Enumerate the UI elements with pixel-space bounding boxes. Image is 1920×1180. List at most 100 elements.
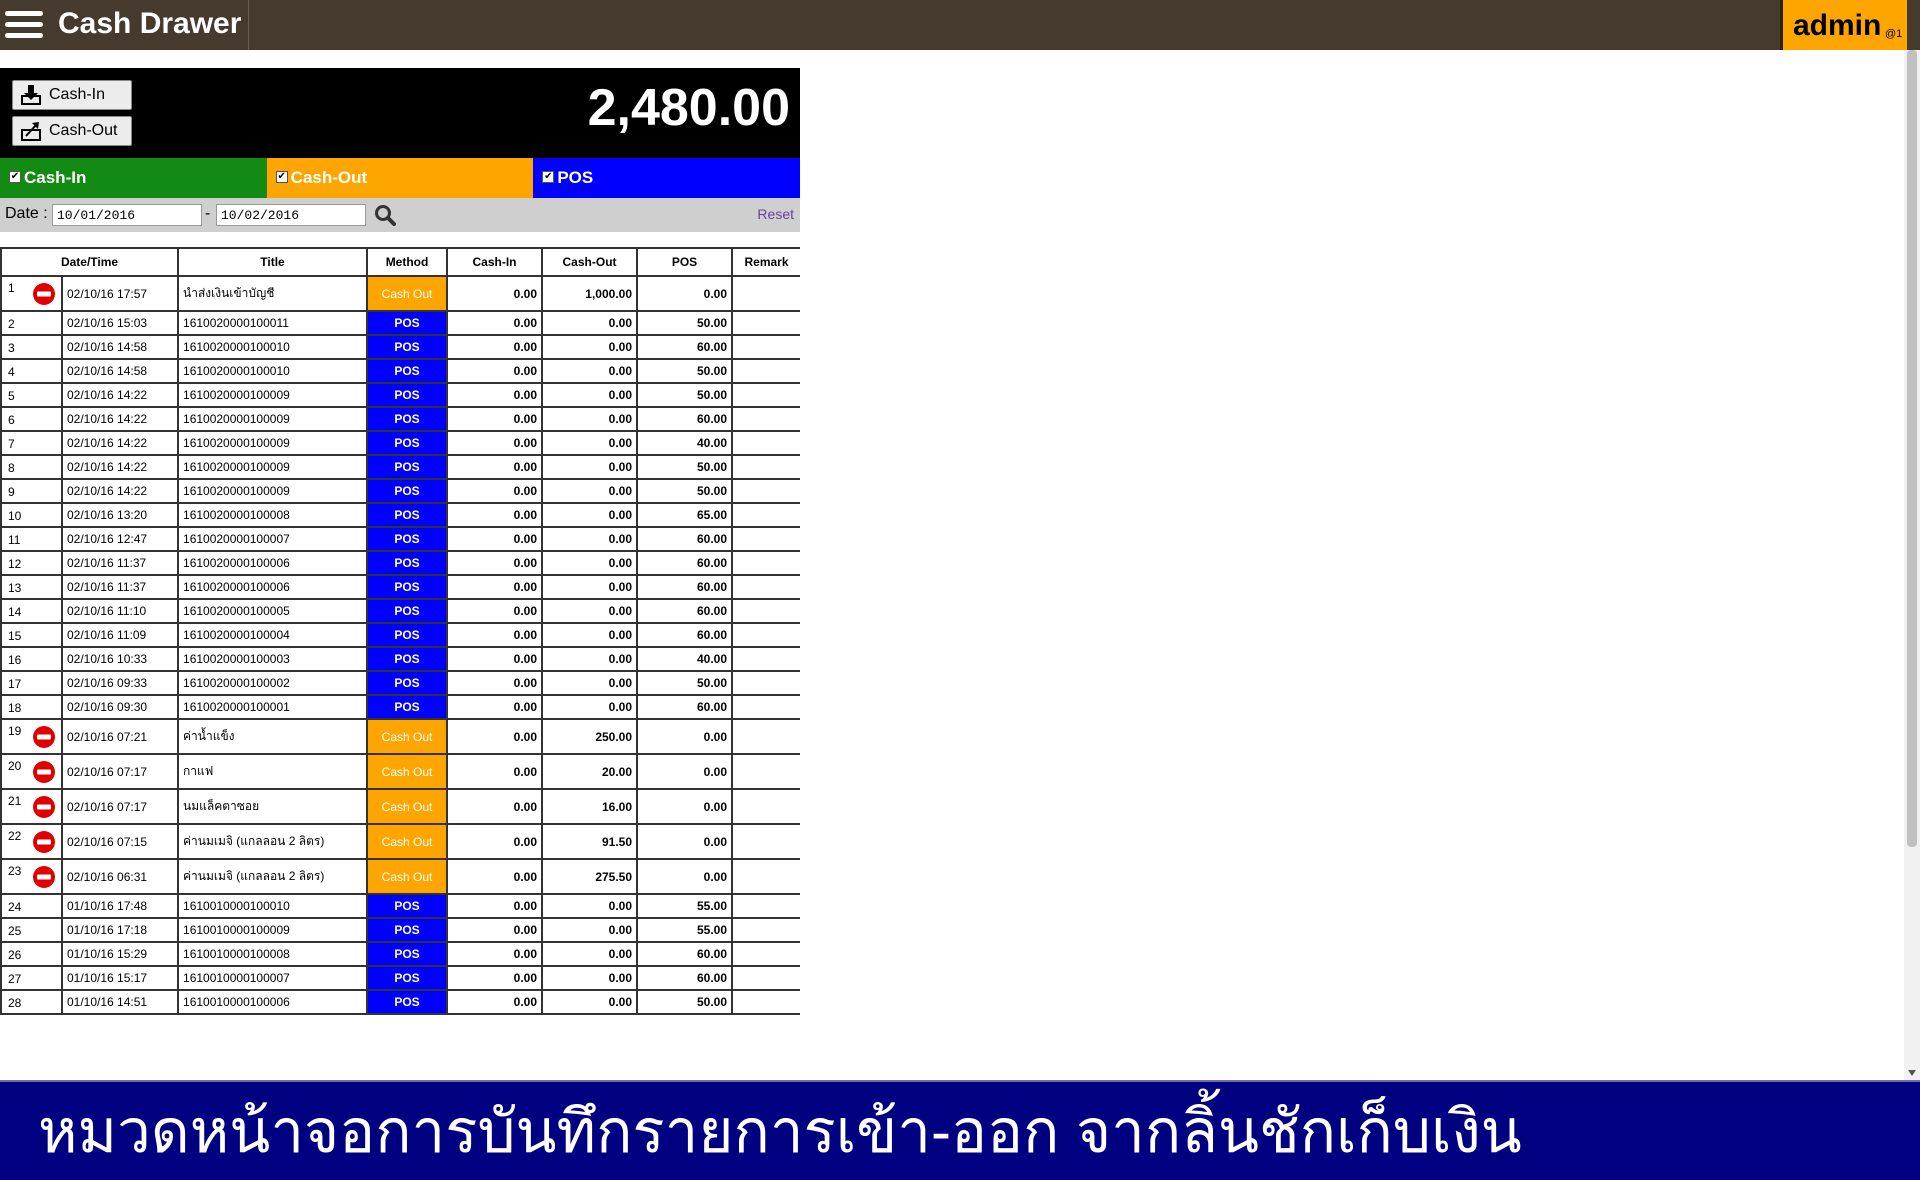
- scrollbar-thumb[interactable]: [1907, 50, 1917, 847]
- table-row[interactable]: 16 02/10/16 10:33 1610020000100003 POS 0.00 0…: [0, 646, 800, 672]
- delete-icon[interactable]: [32, 760, 56, 784]
- table-row[interactable]: 4 02/10/16 14:58 1610020000100010 POS 0.00 0.…: [0, 358, 800, 384]
- user-badge[interactable]: admin @1: [1780, 0, 1907, 50]
- row-method-badge: POS: [366, 502, 449, 528]
- row-number-cell: 27: [0, 965, 63, 991]
- row-number: 28: [8, 996, 22, 1010]
- table-row[interactable]: 7 02/10/16 14:22 1610020000100009 POS 0.00 0.…: [0, 430, 800, 456]
- hamburger-menu-icon[interactable]: [5, 7, 45, 43]
- table-row[interactable]: 26 01/10/16 15:29 1610010000100008 POS 0.00 0…: [0, 941, 800, 967]
- row-pos: 60.00: [636, 574, 734, 600]
- filter-cash-in[interactable]: ✔ Cash-In: [0, 158, 267, 198]
- delete-icon[interactable]: [32, 725, 56, 749]
- table-row[interactable]: 2 02/10/16 15:03 1610020000100011 POS 0.00 0.…: [0, 310, 800, 336]
- row-cash-out: 0.00: [541, 670, 639, 696]
- delete-icon[interactable]: [32, 830, 56, 854]
- table-row[interactable]: 25 01/10/16 17:18 1610010000100009 POS 0.00 0…: [0, 917, 800, 943]
- row-cash-in: 0.00: [446, 382, 544, 408]
- table-row[interactable]: 12 02/10/16 11:37 1610020000100006 POS 0.00 0…: [0, 550, 800, 576]
- table-row[interactable]: 21 02/10/16 07:17 นมแล็คตาซอย Cash Out 0.00 1…: [0, 788, 800, 825]
- row-cash-out: 0.00: [541, 358, 639, 384]
- row-title: 1610020000100008: [177, 502, 369, 528]
- col-header-datetime: Date/Time: [0, 247, 180, 277]
- table-row[interactable]: 10 02/10/16 13:20 1610020000100008 POS 0.00 0…: [0, 502, 800, 528]
- table-row[interactable]: 1 02/10/16 17:57 นำส่งเงินเข้าบัญชี Cash Ou…: [0, 275, 800, 312]
- row-remark: [731, 430, 800, 456]
- row-cash-in: 0.00: [446, 941, 544, 967]
- cash-in-button[interactable]: Cash-In: [12, 80, 132, 110]
- row-pos: 55.00: [636, 893, 734, 919]
- cash-out-button[interactable]: Cash-Out: [12, 116, 132, 146]
- filter-pos-checkbox[interactable]: ✔: [542, 171, 555, 183]
- vertical-scrollbar[interactable]: [1904, 50, 1920, 1080]
- row-remark: [731, 917, 800, 943]
- row-remark: [731, 941, 800, 967]
- reset-link[interactable]: Reset: [757, 206, 794, 222]
- table-row[interactable]: 14 02/10/16 11:10 1610020000100005 POS 0.00 0…: [0, 598, 800, 624]
- row-datetime: 02/10/16 11:10: [60, 598, 180, 624]
- delete-icon[interactable]: [32, 795, 56, 819]
- row-method-badge: POS: [366, 550, 449, 576]
- delete-icon[interactable]: [32, 865, 56, 889]
- row-remark: [731, 694, 800, 720]
- row-method-badge: POS: [366, 526, 449, 552]
- row-title: กาแฟ: [177, 753, 369, 790]
- row-pos: 50.00: [636, 989, 734, 1015]
- table-row[interactable]: 24 01/10/16 17:48 1610010000100010 POS 0.00 0…: [0, 893, 800, 919]
- date-from-input[interactable]: 10/01/2016: [52, 204, 202, 226]
- row-method-badge: POS: [366, 430, 449, 456]
- row-number: 7: [8, 437, 15, 451]
- table-row[interactable]: 15 02/10/16 11:09 1610020000100004 POS 0.00 0…: [0, 622, 800, 648]
- search-icon[interactable]: [374, 204, 396, 226]
- row-cash-in: 0.00: [446, 310, 544, 336]
- row-cash-out: 0.00: [541, 893, 639, 919]
- row-number: 2: [8, 317, 15, 331]
- table-row[interactable]: 27 01/10/16 15:17 1610010000100007 POS 0.00 0…: [0, 965, 800, 991]
- table-row[interactable]: 18 02/10/16 09:30 1610020000100001 POS 0.00 0…: [0, 694, 800, 720]
- row-pos: 0.00: [636, 275, 734, 312]
- row-title: 1610020000100006: [177, 550, 369, 576]
- table-row[interactable]: 8 02/10/16 14:22 1610020000100009 POS 0.00 0.…: [0, 454, 800, 480]
- row-pos: 60.00: [636, 598, 734, 624]
- table-row[interactable]: 19 02/10/16 07:21 ค่าน้ำแข็ง Cash Out 0.00 25…: [0, 718, 800, 755]
- scroll-down-arrow-icon[interactable]: [1908, 1070, 1916, 1076]
- table-row[interactable]: 6 02/10/16 14:22 1610020000100009 POS 0.00 0.…: [0, 406, 800, 432]
- row-cash-out: 0.00: [541, 478, 639, 504]
- table-row[interactable]: 3 02/10/16 14:58 1610020000100010 POS 0.00 0.…: [0, 334, 800, 360]
- row-datetime: 02/10/16 11:09: [60, 622, 180, 648]
- row-datetime: 01/10/16 15:29: [60, 941, 180, 967]
- table-row[interactable]: 28 01/10/16 14:51 1610010000100006 POS 0.00 0…: [0, 989, 800, 1015]
- row-cash-out: 0.00: [541, 622, 639, 648]
- col-header-title: Title: [177, 247, 369, 277]
- row-method-badge: POS: [366, 917, 449, 943]
- row-title: ค่าน้ำแข็ง: [177, 718, 369, 755]
- row-cash-in: 0.00: [446, 670, 544, 696]
- row-method-badge: POS: [366, 893, 449, 919]
- table-row[interactable]: 9 02/10/16 14:22 1610020000100009 POS 0.00 0.…: [0, 478, 800, 504]
- row-pos: 50.00: [636, 382, 734, 408]
- row-number: 8: [8, 461, 15, 475]
- table-row[interactable]: 11 02/10/16 12:47 1610020000100007 POS 0.00 0…: [0, 526, 800, 552]
- delete-icon[interactable]: [32, 282, 56, 306]
- table-row[interactable]: 22 02/10/16 07:15 ค่านมเมจิ (แกลลอน 2 ลิตร…: [0, 823, 800, 860]
- table-row[interactable]: 5 02/10/16 14:22 1610020000100009 POS 0.00 0.…: [0, 382, 800, 408]
- row-number: 9: [8, 485, 15, 499]
- row-method-badge: Cash Out: [366, 718, 449, 755]
- row-cash-in: 0.00: [446, 718, 544, 755]
- filter-cash-in-checkbox[interactable]: ✔: [9, 171, 21, 183]
- row-number-cell: 11: [0, 526, 63, 552]
- table-row[interactable]: 13 02/10/16 11:37 1610020000100006 POS 0.00 0…: [0, 574, 800, 600]
- row-remark: [731, 753, 800, 790]
- row-number: 16: [8, 653, 22, 667]
- row-datetime: 02/10/16 07:17: [60, 788, 180, 825]
- date-to-input[interactable]: 10/02/2016: [216, 204, 366, 226]
- filter-pos[interactable]: ✔ POS: [533, 158, 801, 198]
- filter-cash-out[interactable]: ✔ Cash-Out: [266, 158, 534, 198]
- filter-cash-out-checkbox[interactable]: ✔: [275, 171, 288, 183]
- row-remark: [731, 454, 800, 480]
- table-row[interactable]: 20 02/10/16 07:17 กาแฟ Cash Out 0.00 20.00 0.0…: [0, 753, 800, 790]
- filter-cash-out-label: Cash-Out: [290, 168, 368, 187]
- table-row[interactable]: 23 02/10/16 06:31 ค่านมเมจิ (แกลลอน 2 ลิตร…: [0, 858, 800, 895]
- row-cash-in: 0.00: [446, 502, 544, 528]
- table-row[interactable]: 17 02/10/16 09:33 1610020000100002 POS 0.00 0…: [0, 670, 800, 696]
